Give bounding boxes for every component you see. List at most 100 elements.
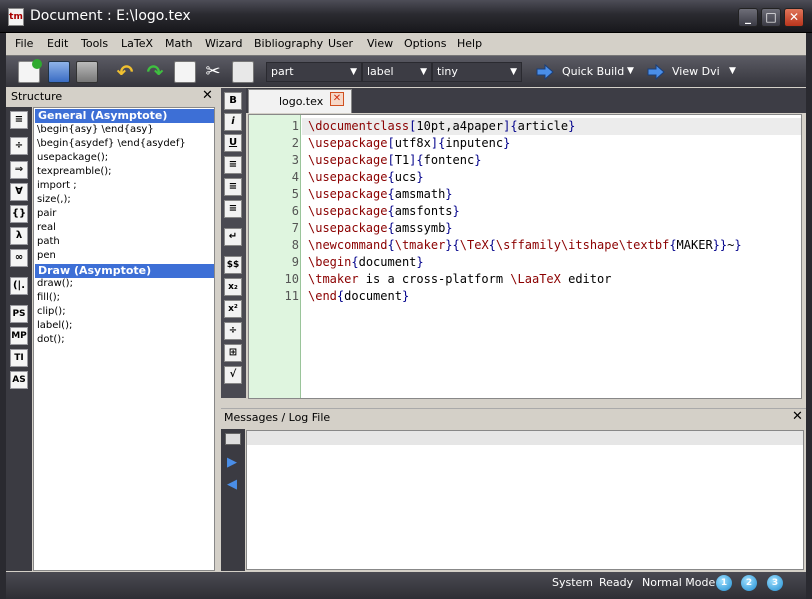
list-header-draw-asymptote[interactable]: Draw (Asymptote) <box>35 264 214 278</box>
status-badge[interactable]: 2 <box>741 575 757 591</box>
menu-latex[interactable]: LaTeX <box>121 37 153 50</box>
math-mode-icon[interactable]: $$ <box>224 256 242 274</box>
menu-view[interactable]: View <box>367 37 393 50</box>
bold-icon[interactable]: B <box>224 92 242 110</box>
line-number: 9 <box>291 255 299 269</box>
quick-build-button[interactable]: Quick Build <box>562 65 624 78</box>
list-item[interactable]: usepackage(); <box>37 152 108 163</box>
list-item[interactable]: fill(); <box>37 292 60 303</box>
newline-icon[interactable]: ↵ <box>224 228 242 246</box>
chevron-down-icon[interactable]: ▼ <box>729 66 736 76</box>
code-line[interactable]: \usepackage[T1]{fontenc} <box>308 153 481 167</box>
list-item[interactable]: pen <box>37 250 56 261</box>
metapost-icon[interactable]: MP <box>10 327 28 345</box>
list-item[interactable]: dot(); <box>37 334 65 345</box>
code-line[interactable]: \usepackage{amsmath} <box>308 187 453 201</box>
dfrac-icon[interactable]: ⊞ <box>224 344 242 362</box>
messages-panel[interactable] <box>246 430 804 570</box>
list-item[interactable]: real <box>37 222 56 233</box>
label-combo[interactable]: label ▼ <box>362 62 432 82</box>
lambda-icon[interactable]: λ <box>10 227 28 245</box>
italic-icon[interactable]: i <box>224 113 242 131</box>
code-line[interactable]: \begin{document} <box>308 255 424 269</box>
menu-user[interactable]: User <box>328 37 353 50</box>
maximize-button[interactable]: □ <box>761 8 781 27</box>
undo-icon[interactable]: ↶ <box>114 61 136 83</box>
superscript-icon[interactable]: x² <box>224 300 242 318</box>
messages-close-icon[interactable]: ✕ <box>792 409 803 424</box>
new-file-icon[interactable] <box>18 59 42 83</box>
pstricks-icon[interactable]: PS <box>10 305 28 323</box>
list-item[interactable]: label(); <box>37 320 72 331</box>
infinity-icon[interactable]: ∞ <box>10 249 28 267</box>
underline-icon[interactable]: U <box>224 134 242 152</box>
next-error-icon[interactable]: ▶ <box>227 455 237 470</box>
align-right-icon[interactable]: ≡ <box>224 200 242 218</box>
code-line[interactable]: \documentclass[10pt,a4paper]{article} <box>308 119 575 133</box>
menu-edit[interactable]: Edit <box>47 37 68 50</box>
code-line[interactable]: \newcommand{\tmaker}{\TeX{\sffamily\itsh… <box>308 238 742 252</box>
view-dvi-button[interactable]: View Dvi <box>672 65 720 78</box>
structure-title: Structure <box>11 90 63 103</box>
tab-close-icon[interactable]: ✕ <box>330 92 344 106</box>
list-header-general-asymptote[interactable]: General (Asymptote) <box>35 109 214 123</box>
cut-icon[interactable]: ✂ <box>202 61 224 83</box>
list-item[interactable]: clip(); <box>37 306 66 317</box>
window-border-right <box>806 33 812 599</box>
close-button[interactable]: ✕ <box>784 8 804 27</box>
code-line[interactable]: \usepackage[utf8x]{inputenc} <box>308 136 510 150</box>
line-number: 8 <box>291 238 299 252</box>
chevron-down-icon[interactable]: ▼ <box>627 66 634 76</box>
sqrt-icon[interactable]: √ <box>224 366 242 384</box>
list-item[interactable]: path <box>37 236 60 247</box>
structure-close-icon[interactable]: ✕ <box>202 88 213 103</box>
save-icon[interactable] <box>76 61 98 83</box>
log-file-icon[interactable] <box>225 433 241 445</box>
code-line[interactable]: \end{document} <box>308 289 409 303</box>
align-center-icon[interactable]: ≡ <box>224 178 242 196</box>
paste-icon[interactable] <box>232 61 254 83</box>
list-item[interactable]: draw(); <box>37 278 73 289</box>
forall-icon[interactable]: ∀ <box>10 183 28 201</box>
menu-tools[interactable]: Tools <box>81 37 108 50</box>
delimiter-icon[interactable]: (|. <box>10 277 28 295</box>
status-badge[interactable]: 1 <box>716 575 732 591</box>
redo-icon[interactable]: ↷ <box>144 61 166 83</box>
code-line[interactable]: \usepackage{amssymb} <box>308 221 453 235</box>
asymptote-icon[interactable]: AS <box>10 371 28 389</box>
minimize-button[interactable]: _ <box>738 8 758 27</box>
menu-file[interactable]: File <box>15 37 33 50</box>
code-line[interactable]: \tmaker is a cross-platform \LaaTeX edit… <box>308 272 611 286</box>
menu-options[interactable]: Options <box>404 37 446 50</box>
app-icon: tm <box>8 8 24 26</box>
size-combo[interactable]: tiny ▼ <box>432 62 522 82</box>
subscript-icon[interactable]: x₂ <box>224 278 242 296</box>
previous-error-icon[interactable]: ◀ <box>227 477 237 492</box>
list-item[interactable]: size(,); <box>37 194 71 205</box>
code-line[interactable]: \usepackage{amsfonts} <box>308 204 460 218</box>
menu-bibliography[interactable]: Bibliography <box>254 37 323 50</box>
divide-icon[interactable]: ÷ <box>10 137 28 155</box>
section-combo[interactable]: part ▼ <box>266 62 362 82</box>
list-item[interactable]: import ; <box>37 180 77 191</box>
status-badge[interactable]: 3 <box>767 575 783 591</box>
menu-math[interactable]: Math <box>165 37 193 50</box>
list-item[interactable]: \begin{asy} \end{asy} <box>37 124 154 135</box>
braces-icon[interactable]: {} <box>10 205 28 223</box>
open-file-icon[interactable] <box>48 61 70 83</box>
fraction-icon[interactable]: ÷ <box>224 322 242 340</box>
view-dvi-arrow-icon[interactable] <box>647 63 665 81</box>
implies-icon[interactable]: ⇒ <box>10 161 28 179</box>
menu-help[interactable]: Help <box>457 37 482 50</box>
list-item[interactable]: texpreamble(); <box>37 166 112 177</box>
structure-iconbar: ≡ ÷ ⇒ ∀ {} λ ∞ (|. PS MP TI AS <box>6 107 32 571</box>
tikz-icon[interactable]: TI <box>10 349 28 367</box>
copy-icon[interactable] <box>174 61 196 83</box>
list-item[interactable]: \begin{asydef} \end{asydef} <box>37 138 186 149</box>
code-line[interactable]: \usepackage{ucs} <box>308 170 424 184</box>
structure-list-icon[interactable]: ≡ <box>10 111 28 129</box>
quick-build-arrow-icon[interactable] <box>536 63 554 81</box>
list-item[interactable]: pair <box>37 208 56 219</box>
align-left-icon[interactable]: ≡ <box>224 156 242 174</box>
menu-wizard[interactable]: Wizard <box>205 37 243 50</box>
